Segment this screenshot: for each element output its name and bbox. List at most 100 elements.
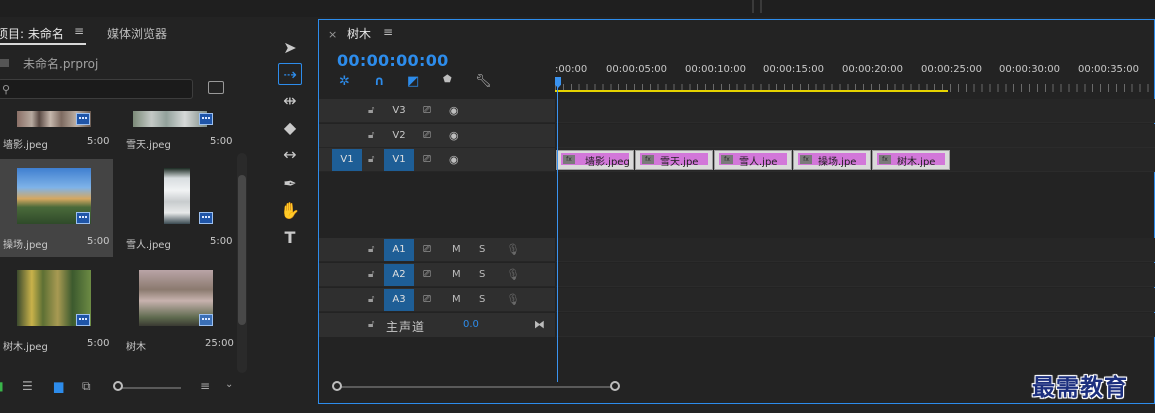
tab-project[interactable]: 项目: 未命名 <box>0 25 64 42</box>
mute-button[interactable]: M <box>452 294 461 305</box>
track-a3[interactable] <box>556 288 1155 312</box>
lock-icon[interactable]: 🔓︎ <box>368 269 374 280</box>
sync-lock-icon[interactable]: ⎚ <box>423 269 431 280</box>
panel-menu-icon[interactable]: ≡ <box>383 25 393 39</box>
lock-icon[interactable]: 🔓︎ <box>368 105 374 116</box>
sync-lock-icon[interactable]: ⎚ <box>423 105 431 116</box>
eye-icon[interactable]: ◉ <box>449 104 459 117</box>
solo-button[interactable]: S <box>479 244 485 255</box>
linked-selection-icon[interactable]: ◩ <box>407 74 419 89</box>
sync-lock-icon[interactable]: ⎚ <box>423 244 431 255</box>
track-name[interactable]: A3 <box>384 289 414 311</box>
track-a1[interactable] <box>556 238 1155 262</box>
scroll-range[interactable] <box>337 386 615 388</box>
sync-lock-icon[interactable]: ⎚ <box>423 154 431 165</box>
track-v2[interactable] <box>556 124 1155 148</box>
tab-media-browser[interactable]: 媒体浏览器 <box>107 25 167 42</box>
new-search-bin-icon[interactable] <box>208 81 224 94</box>
lock-icon[interactable]: 🔓︎ <box>368 244 374 255</box>
list-view-icon[interactable]: ☰ <box>22 379 33 393</box>
track-v3[interactable] <box>556 99 1155 123</box>
list-item[interactable]: 操场.jpeg 5:00 <box>0 159 113 257</box>
clip[interactable]: fx 雪天.jpe <box>635 150 713 170</box>
list-item[interactable]: 雪人.jpeg 5:00 <box>115 159 237 257</box>
panel-menu-icon[interactable]: ≡ <box>74 24 84 38</box>
timeline-horizontal-scrollbar[interactable] <box>332 380 1152 394</box>
selection-tool-icon[interactable]: ➤ <box>278 37 302 59</box>
track-master[interactable] <box>556 313 1155 337</box>
track-name[interactable]: V3 <box>384 100 414 122</box>
clip-name: 墙影.jpeg <box>585 157 630 168</box>
sync-lock-icon[interactable]: ⎚ <box>423 294 431 305</box>
playhead-timecode[interactable]: 00:00:00:00 <box>337 51 449 70</box>
list-item[interactable]: 树木.jpeg 5:00 <box>0 261 113 359</box>
top-strip <box>0 0 1155 17</box>
master-label: 主声道 <box>386 320 426 334</box>
wrench-icon[interactable]: 🔧︎ <box>475 74 492 89</box>
eye-icon[interactable]: ◉ <box>449 129 459 142</box>
search-input[interactable]: ⚲ <box>0 79 193 99</box>
ripple-edit-tool-icon[interactable]: ⇹ <box>278 90 302 112</box>
lock-icon[interactable]: 🔓︎ <box>368 294 374 305</box>
sync-lock-icon[interactable]: ⎚ <box>423 130 431 141</box>
list-item[interactable]: 墙影.jpeg 5:00 <box>0 111 113 155</box>
track-name[interactable]: A1 <box>384 239 414 261</box>
item-duration: 5:00 <box>87 338 110 349</box>
image-badge-icon <box>76 212 90 224</box>
close-icon[interactable]: × <box>328 28 337 41</box>
nest-icon[interactable]: ✲ <box>339 74 350 89</box>
eye-icon[interactable]: ◉ <box>449 153 459 166</box>
microphone-icon[interactable]: 🎙︎ <box>506 243 520 256</box>
clip[interactable]: fx 操场.jpe <box>793 150 871 170</box>
microphone-icon[interactable]: 🎙︎ <box>506 268 520 281</box>
tab-sequence[interactable]: 树木 <box>347 25 371 42</box>
tools-panel: ➤ ⇢ ⇹ ◆ ↔ ✒ ✋ T <box>266 18 314 405</box>
scroll-end-knob[interactable] <box>610 381 620 391</box>
lock-icon[interactable]: ▮ <box>0 379 4 393</box>
microphone-icon[interactable]: 🎙︎ <box>506 293 520 306</box>
lock-icon[interactable]: 🔓︎ <box>368 130 374 141</box>
clip[interactable]: fx 雪人.jpe <box>714 150 792 170</box>
freeform-view-icon[interactable]: ⧉ <box>82 379 91 394</box>
track-name[interactable]: A2 <box>384 264 414 286</box>
track-select-tool-icon[interactable]: ⇢ <box>278 63 302 85</box>
work-area-bar[interactable] <box>555 90 948 92</box>
chevron-down-icon[interactable]: ⌄ <box>225 379 233 390</box>
clip[interactable]: fx 墙影.jpeg <box>556 150 634 170</box>
list-item[interactable]: 雪天.jpeg 5:00 <box>115 111 237 155</box>
clip[interactable]: fx 树木.jpe <box>872 150 950 170</box>
image-badge-icon <box>199 212 213 224</box>
track-name[interactable]: V1 <box>384 149 414 171</box>
solo-button[interactable]: S <box>479 269 485 280</box>
scroll-start-knob[interactable] <box>332 381 342 391</box>
lock-icon[interactable]: 🔓︎ <box>368 154 374 165</box>
zoom-slider-knob[interactable] <box>113 381 123 391</box>
slip-tool-icon[interactable]: ↔ <box>278 144 302 166</box>
master-volume-value[interactable]: 0.0 <box>463 319 479 330</box>
zoom-slider[interactable] <box>117 387 181 389</box>
lock-icon[interactable]: 🔓︎ <box>368 319 374 330</box>
list-item[interactable]: 树木 25:00 <box>115 261 237 359</box>
hand-tool-icon[interactable]: ✋ <box>278 200 302 222</box>
mute-button[interactable]: M <box>452 244 461 255</box>
mute-button[interactable]: M <box>452 269 461 280</box>
add-marker-icon[interactable]: ⬟ <box>443 74 452 85</box>
type-tool-icon[interactable]: T <box>278 227 302 249</box>
icon-view-icon[interactable]: ▆ <box>54 379 63 393</box>
solo-button[interactable]: S <box>479 294 485 305</box>
ruler-label: 00:00:35:00 <box>1078 64 1140 75</box>
track-name[interactable]: V2 <box>384 125 414 147</box>
fx-badge: fx <box>879 155 891 164</box>
snap-icon[interactable]: ∩ <box>374 74 385 89</box>
scrollbar-thumb[interactable] <box>238 175 246 325</box>
sort-icon[interactable]: ≡ <box>200 379 210 393</box>
item-duration: 5:00 <box>210 136 233 147</box>
pen-tool-icon[interactable]: ✒ <box>278 173 302 195</box>
razor-tool-icon[interactable]: ◆ <box>278 117 302 139</box>
time-ruler[interactable]: :00:00 00:00:05:00 00:00:10:00 00:00:15:… <box>555 60 1155 94</box>
track-v1[interactable]: fx 墙影.jpeg fx 雪天.jpe fx 雪人.jpe fx 操场.jpe… <box>556 148 1155 172</box>
go-to-end-icon[interactable]: ⧓ <box>534 318 545 331</box>
source-patch-v1[interactable]: V1 <box>332 149 362 171</box>
track-a2[interactable] <box>556 263 1155 287</box>
vertical-scrollbar[interactable] <box>237 153 247 373</box>
